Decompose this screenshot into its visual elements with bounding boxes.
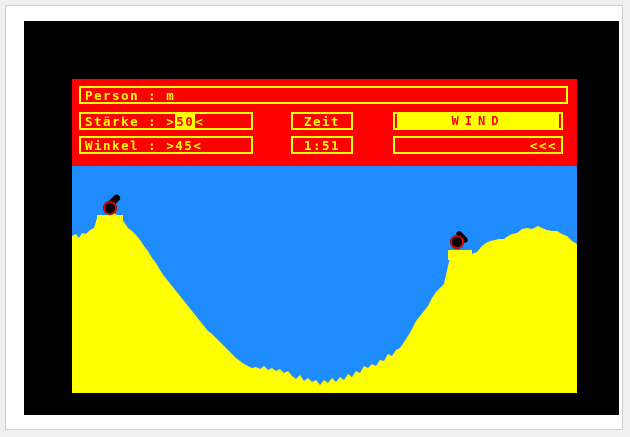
wind-indicator: <<< — [529, 138, 557, 153]
angle-value[interactable]: 45 — [175, 138, 193, 153]
strength-field[interactable]: Stärke : >50< — [79, 112, 253, 130]
strength-label: Stärke — [85, 114, 140, 129]
wind-label-field: WIND — [393, 112, 563, 130]
strength-value[interactable]: 50 — [175, 114, 196, 129]
time-label: Zeit — [303, 114, 341, 129]
angle-label: Winkel — [85, 138, 140, 153]
game-screen: Person : m Stärke : >50< Zeit WIND Winke… — [24, 21, 619, 415]
person-value: m — [166, 88, 176, 103]
wind-indicator-field: <<< — [393, 136, 563, 154]
time-value-field: 1:51 — [291, 136, 353, 154]
person-field: Person : m — [79, 86, 568, 104]
wind-label: WIND — [397, 114, 559, 128]
screenshot-frame: Person : m Stärke : >50< Zeit WIND Winke… — [5, 5, 623, 430]
battlefield — [72, 166, 577, 393]
time-label-field: Zeit — [291, 112, 353, 130]
time-value: 1:51 — [303, 138, 341, 153]
hud-panel: Person : m Stärke : >50< Zeit WIND Winke… — [72, 79, 577, 166]
angle-field[interactable]: Winkel : >45< — [79, 136, 253, 154]
person-label: Person — [85, 88, 140, 103]
